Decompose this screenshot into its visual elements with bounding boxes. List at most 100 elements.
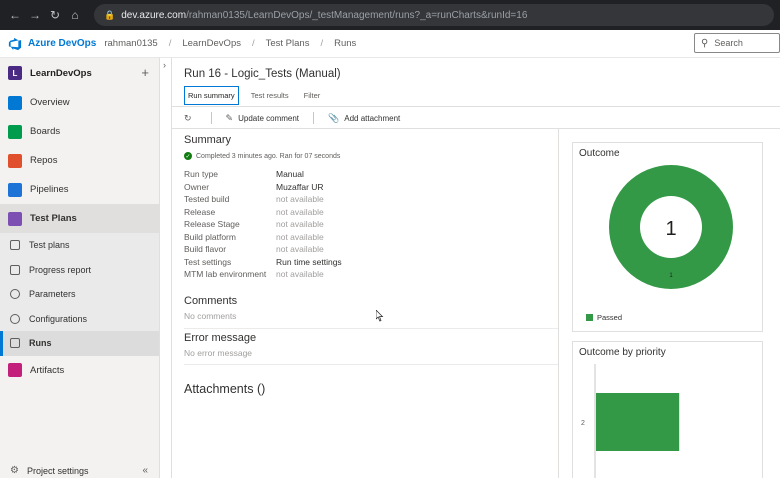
address-bar[interactable]: 🔒 dev.azure.com/rahman0135/LearnDevOps/_… [94, 4, 774, 26]
comments-empty: No comments [184, 311, 237, 321]
collapse-sidebar-icon[interactable]: « [142, 465, 148, 476]
tab-divider [172, 106, 780, 107]
url-host: dev.azure.com [121, 9, 187, 21]
property-key: Run type [184, 169, 219, 180]
page-title: Run 16 - Logic_Tests (Manual) [184, 68, 341, 80]
sidebar-subitem-progress-report[interactable]: Progress report [0, 257, 159, 282]
property-value: not available [276, 231, 324, 242]
project-selector[interactable]: L LearnDevOps + [0, 58, 159, 88]
property-value[interactable]: Run time settings [276, 257, 342, 267]
tab-run-summary[interactable]: Run summary [184, 86, 239, 105]
search-input[interactable]: ⚲ Search [694, 33, 780, 53]
toolbar-separator [313, 112, 315, 124]
test-plans-list-icon [10, 240, 20, 251]
sidebar-subitem-label: Test plans [29, 240, 70, 251]
sidebar-subitem-configurations[interactable]: Configurations [0, 306, 159, 331]
update-comment-button[interactable]: ✎ Update comment [226, 113, 299, 124]
sidebar-item-overview[interactable]: Overview [0, 88, 159, 117]
sidebar-item-repos[interactable]: Repos [0, 146, 159, 175]
breadcrumb-runs[interactable]: Runs [334, 38, 356, 49]
lock-icon: 🔒 [104, 9, 116, 20]
breadcrumb-separator: / [168, 38, 172, 49]
home-icon[interactable]: ⌂ [66, 6, 84, 24]
app-header: Azure DevOps rahman0135 / LearnDevOps / … [0, 30, 780, 58]
project-settings[interactable]: ⚙ Project settings « [0, 463, 160, 478]
priority-bar-2[interactable] [596, 393, 680, 451]
sidebar-item-pipelines[interactable]: Pipelines [0, 175, 159, 204]
error-message-title: Error message [184, 332, 257, 344]
azure-devops-logo-icon[interactable] [8, 37, 22, 51]
sidebar-item-label: Test Plans [30, 213, 77, 224]
runs-icon [10, 338, 20, 349]
sidebar-subitem-runs[interactable]: Runs [0, 331, 159, 356]
sidebar-subitem-label: Runs [29, 338, 52, 349]
sidebar-subitem-test-plans[interactable]: Test plans [0, 233, 159, 258]
outcome-by-priority-chart: 2 [581, 364, 680, 478]
run-tabs: Run summary Test results Filter [184, 86, 332, 105]
sidebar-item-label: Repos [30, 155, 58, 166]
property-key: Tested build [184, 194, 230, 205]
sidebar-item-label: Overview [30, 97, 70, 108]
breadcrumb-project[interactable]: LearnDevOps [182, 38, 241, 49]
sidebar-item-label: Artifacts [30, 364, 65, 376]
property-value: not available [276, 194, 324, 205]
breadcrumb-organization[interactable]: rahman0135 [104, 38, 157, 49]
sidebar-subitem-label: Configurations [29, 313, 88, 324]
property-row: Build platform not available [184, 231, 554, 244]
main-content: Run 16 - Logic_Tests (Manual) Run summar… [172, 58, 780, 478]
search-icon: ⚲ [701, 37, 709, 49]
sidebar: L LearnDevOps + Overview Boards Repos Pi… [0, 58, 160, 478]
chevron-right-icon[interactable]: › [163, 60, 166, 70]
outcome-legend: Passed [586, 313, 622, 322]
section-divider [184, 364, 558, 365]
property-value: not available [276, 244, 324, 255]
reload-icon[interactable]: ↻ [46, 6, 64, 24]
property-key: Test settings [184, 256, 232, 267]
brand-name[interactable]: Azure DevOps [28, 38, 96, 49]
property-key: Build platform [184, 231, 236, 242]
refresh-icon: ↻ [184, 112, 192, 123]
sidebar-subitem-parameters[interactable]: Parameters [0, 282, 159, 307]
sidebar-subitem-label: Parameters [29, 289, 76, 300]
forward-icon[interactable]: → [26, 6, 44, 24]
property-value: Muzaffar UR [276, 181, 324, 192]
property-key: Release Stage [184, 219, 240, 230]
toolbar-divider [172, 128, 780, 129]
summary-section: Summary ✓ Completed 3 minutes ago. Ran f… [184, 134, 554, 281]
progress-report-icon [10, 264, 20, 275]
add-attachment-button[interactable]: 📎 Add attachment [328, 113, 400, 124]
property-value: not available [276, 206, 324, 217]
property-row: Release Stage not available [184, 218, 554, 231]
tree-pane-toggle: › [160, 58, 172, 478]
outcome-by-priority-title: Outcome by priority [579, 347, 666, 358]
mouse-cursor-icon [376, 310, 384, 322]
category-label: 2 [581, 420, 585, 427]
legend-swatch-passed [586, 314, 593, 321]
summary-title: Summary [184, 134, 232, 146]
breadcrumb-test-plans[interactable]: Test Plans [266, 38, 310, 49]
back-icon[interactable]: ← [6, 6, 24, 24]
property-value: not available [276, 219, 324, 230]
run-status-text: Completed 3 minutes ago. Ran for 07 seco… [196, 152, 341, 160]
breadcrumb-separator: / [251, 38, 255, 49]
overview-icon [8, 95, 22, 110]
paperclip-icon: 📎 [328, 112, 340, 123]
sidebar-item-label: Pipelines [30, 184, 69, 195]
property-value: Manual [276, 169, 304, 180]
add-icon[interactable]: + [141, 65, 149, 80]
tab-filter[interactable]: Filter [301, 86, 324, 105]
sidebar-item-test-plans[interactable]: Test Plans [0, 204, 159, 233]
sidebar-item-boards[interactable]: Boards [0, 117, 159, 146]
property-row: Test settings Run time settings [184, 256, 554, 269]
comments-title: Comments [184, 295, 238, 307]
property-row: Run type Manual [184, 168, 554, 181]
parameters-icon [10, 289, 20, 300]
property-row: MTM lab environment not available [184, 268, 554, 281]
refresh-button[interactable]: ↻ [184, 113, 197, 124]
outcome-by-priority-card: Outcome by priority 2 [572, 341, 763, 478]
property-key: Owner [184, 181, 210, 192]
sidebar-item-artifacts[interactable]: Artifacts [0, 356, 159, 385]
tab-test-results[interactable]: Test results [248, 86, 292, 105]
error-message-empty: No error message [184, 348, 253, 358]
property-row: Release not available [184, 206, 554, 219]
